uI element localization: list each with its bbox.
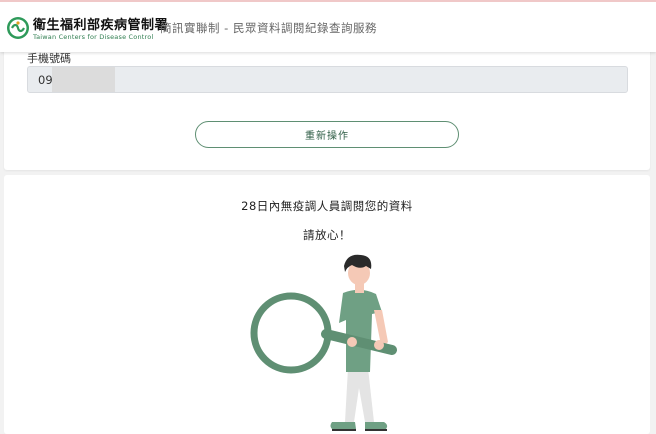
- brand-name[interactable]: 衛生福利部疾病管制署: [33, 14, 168, 33]
- reset-button[interactable]: 重新操作: [195, 121, 459, 148]
- cdc-logo-icon[interactable]: [6, 16, 30, 40]
- phone-form-card: 手機號碼 重新操作: [4, 36, 650, 170]
- brand-subtitle: Taiwan Centers for Disease Control: [33, 33, 154, 41]
- phone-label: 手機號碼: [27, 52, 71, 65]
- top-navbar: 衛生福利部疾病管制署 Taiwan Centers for Disease Co…: [0, 0, 656, 52]
- page-title: 簡訊實聯制 - 民眾資料調閱紀錄查詢服務: [160, 21, 377, 35]
- result-message: 28日內無疫調人員調閱您的資料: [241, 199, 413, 213]
- phone-input[interactable]: [27, 66, 628, 93]
- redacted-phone-digits: [52, 67, 115, 92]
- result-card: 28日內無疫調人員調閱您的資料 請放心！: [4, 175, 650, 434]
- reassure-message: 請放心！: [303, 228, 351, 242]
- magnifying-glass-person-illustration: [250, 254, 397, 431]
